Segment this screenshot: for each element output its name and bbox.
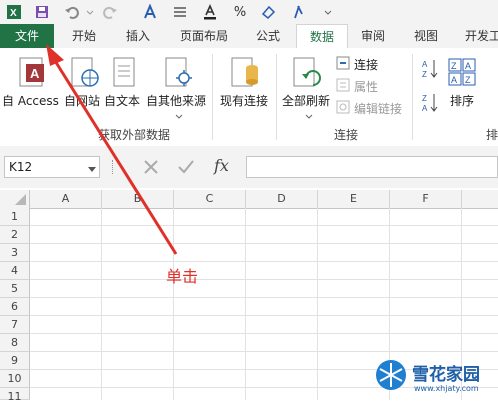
snowflake-logo-icon bbox=[376, 360, 406, 390]
annotation-label: 单击 bbox=[166, 267, 199, 286]
watermark-url: www.xhjaty.com bbox=[414, 384, 479, 393]
watermark-title: 雪花家园 bbox=[412, 365, 480, 385]
annotation-arrow bbox=[46, 44, 178, 255]
